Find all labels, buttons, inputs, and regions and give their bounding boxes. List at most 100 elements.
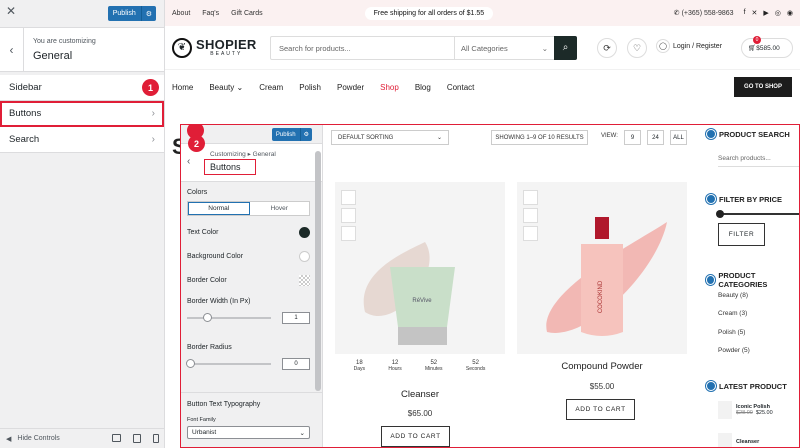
annotation-badge-1: 1 [142, 79, 159, 96]
customizer-topbar: ✕ Publish ⚙ [0, 0, 164, 28]
top-link-faq[interactable]: Faq's [202, 10, 219, 17]
gear-icon[interactable]: ⚙ [299, 128, 312, 141]
phone-icon: ✆ [673, 10, 682, 17]
product-thumbnail[interactable] [341, 208, 356, 223]
close-icon[interactable]: ✕ [6, 4, 22, 22]
add-to-cart-button[interactable]: ADD TO CART [381, 426, 450, 447]
border-color-swatch[interactable] [299, 274, 310, 286]
product-thumbnail[interactable] [523, 208, 538, 223]
youtube-icon[interactable]: ▶ [763, 9, 768, 17]
latest-product-item[interactable]: Cleanser [718, 433, 759, 447]
edit-shortcut-icon[interactable] [706, 381, 716, 391]
view-all[interactable]: ALL [670, 130, 687, 145]
annotation-badge-2: 2 [188, 135, 205, 152]
chevron-right-icon: › [151, 108, 155, 119]
product-search-bar: Search for products... All Categories ⌄ … [270, 35, 577, 60]
border-width-input[interactable]: 1 [282, 312, 310, 324]
panel-scrollbar[interactable] [315, 151, 321, 391]
text-color-swatch[interactable] [299, 226, 310, 238]
product-thumbnail[interactable] [523, 190, 538, 205]
border-radius-input[interactable]: 0 [282, 358, 310, 370]
product-card-cleanser[interactable]: RéVive [335, 182, 505, 354]
edit-shortcut-icon[interactable] [706, 275, 716, 285]
compare-icon[interactable]: ⟳ [597, 38, 617, 58]
top-link-gift-cards[interactable]: Gift Cards [231, 10, 263, 17]
price-range-slider[interactable] [716, 210, 799, 218]
instagram-icon[interactable]: ◎ [775, 9, 781, 17]
nav-powder[interactable]: Powder [337, 83, 364, 92]
tablet-preview-icon[interactable] [133, 434, 141, 443]
nav-cream[interactable]: Cream [259, 83, 283, 92]
product-thumbnail[interactable] [523, 226, 538, 241]
product-name[interactable]: Compound Powder [517, 361, 687, 372]
countdown-timer: 18 Days 12 Hours 52 Minutes 52 Seconds [342, 360, 497, 372]
customizer-footer: ◀ Hide Controls [0, 428, 165, 448]
back-arrow-icon[interactable]: ‹ [187, 156, 190, 167]
desktop-preview-icon[interactable] [112, 434, 121, 442]
product-thumbnail[interactable] [341, 226, 356, 241]
site-logo[interactable]: ❦ SHOPIER BEAUTY [172, 36, 269, 58]
nav-polish[interactable]: Polish [299, 83, 321, 92]
menu-item-search[interactable]: Search › [0, 127, 164, 153]
wishlist-heart-icon[interactable]: ♡ [627, 38, 647, 58]
filter-button[interactable]: FILTER [718, 223, 765, 246]
widget-search-input[interactable]: Search products... [718, 151, 799, 167]
categories-widget-title: PRODUCT CATEGORIES [706, 271, 799, 289]
edit-shortcut-icon[interactable] [706, 129, 716, 139]
menu-item-label: Search [9, 134, 40, 145]
inner-publish-button[interactable]: Publish ⚙ [271, 128, 312, 141]
menu-item-buttons[interactable]: Buttons › [0, 101, 164, 127]
typography-label: Button Text Typography [187, 401, 261, 408]
nav-shop[interactable]: Shop [380, 83, 399, 92]
category-select[interactable]: All Categories ⌄ [454, 37, 554, 59]
hide-controls-button[interactable]: Hide Controls [17, 435, 59, 442]
background-color-swatch[interactable] [299, 250, 310, 262]
go-to-shop-button[interactable]: GO TO SHOP [734, 77, 792, 97]
tab-normal[interactable]: Normal [188, 202, 250, 215]
nav-contact[interactable]: Contact [447, 83, 475, 92]
tab-hover[interactable]: Hover [250, 202, 310, 215]
user-icon: ◯ [656, 39, 670, 53]
x-icon[interactable]: ✕ [752, 9, 758, 17]
search-input[interactable]: Search for products... [271, 44, 454, 53]
cart-button[interactable]: 🛒︎ 0 $585.00 [741, 36, 793, 58]
add-to-cart-button[interactable]: ADD TO CART [566, 399, 635, 420]
sorting-select[interactable]: DEFAULT SORTING ⌄ [331, 130, 449, 145]
edit-shortcut-icon[interactable] [706, 194, 716, 204]
facebook-icon[interactable]: f [744, 9, 746, 17]
product-card-compound-powder[interactable]: COCOKIND [517, 182, 687, 354]
nav-home[interactable]: Home [172, 83, 193, 92]
section-title: General [33, 50, 73, 62]
category-link-polish[interactable]: Polish (5) [718, 329, 745, 336]
category-link-powder[interactable]: Powder (5) [718, 347, 750, 354]
customizer-header: ‹ You are customizing General [0, 28, 164, 72]
product-thumbnail[interactable] [341, 190, 356, 205]
tube-brand-text: RéVive [412, 298, 432, 304]
back-arrow-icon[interactable]: ‹ [0, 28, 24, 72]
timer-days: 18 Days [353, 360, 366, 372]
view-9[interactable]: 9 [624, 130, 641, 145]
search-icon[interactable]: ⌕ [554, 35, 577, 60]
category-link-cream[interactable]: Cream (3) [718, 310, 747, 317]
gear-icon[interactable]: ⚙ [140, 6, 156, 21]
site-topbar: About Faq's Gift Cards Free shipping for… [165, 0, 800, 26]
mobile-preview-icon[interactable] [153, 434, 159, 443]
top-link-about[interactable]: About [172, 10, 190, 17]
whatsapp-icon[interactable]: ◉ [787, 9, 793, 17]
product-name[interactable]: Cleanser [335, 389, 505, 400]
cart-icon: 🛒︎ [748, 45, 757, 52]
latest-product-item[interactable]: Iconic Polish $28.00 $25.00 [718, 401, 773, 419]
hide-controls-icon[interactable]: ◀ [6, 435, 11, 443]
font-family-select[interactable]: Urbanist ⌄ [187, 426, 310, 439]
category-link-beauty[interactable]: Beauty (8) [718, 292, 748, 299]
view-24[interactable]: 24 [647, 130, 664, 145]
nav-blog[interactable]: Blog [415, 83, 431, 92]
border-width-slider-handle[interactable] [203, 313, 212, 322]
logo-name: SHOPIER [196, 36, 257, 52]
border-radius-slider-handle[interactable] [186, 359, 195, 368]
menu-item-sidebar[interactable]: Sidebar 1 [0, 75, 164, 101]
background-color-row: Background Color [187, 250, 310, 262]
publish-button[interactable]: Publish ⚙ [107, 6, 156, 21]
nav-beauty[interactable]: Beauty ⌄ [209, 83, 243, 92]
login-link[interactable]: ◯ Login / Register [656, 39, 722, 53]
